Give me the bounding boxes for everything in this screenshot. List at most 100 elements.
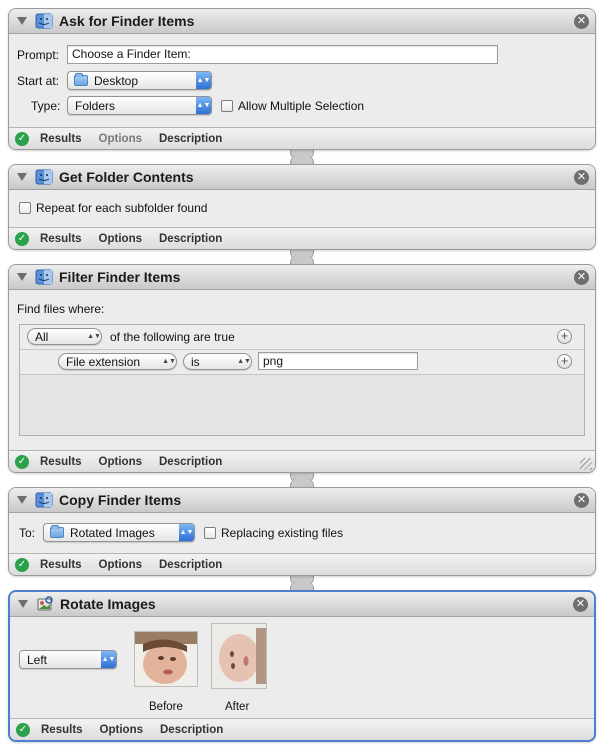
tab-options[interactable]: Options bbox=[99, 456, 142, 468]
allow-multiple-checkbox[interactable] bbox=[221, 100, 233, 112]
popup-arrows-icon: ▲▼ bbox=[101, 651, 116, 668]
type-value: Folders bbox=[75, 98, 116, 113]
check-icon: ✓ bbox=[15, 231, 29, 246]
replacing-files-label: Replacing existing files bbox=[221, 526, 344, 540]
finder-app-icon bbox=[35, 492, 53, 508]
criterion-operator-value: is bbox=[191, 354, 200, 369]
disclosure-triangle-icon[interactable] bbox=[17, 496, 27, 504]
repeat-subfolder-checkbox[interactable] bbox=[19, 202, 31, 214]
start-at-value: Desktop bbox=[94, 73, 139, 88]
close-icon[interactable]: ✕ bbox=[574, 493, 589, 508]
close-icon[interactable]: ✕ bbox=[574, 14, 589, 29]
criterion-value-field[interactable]: png bbox=[258, 352, 418, 370]
type-popup[interactable]: Folders ▲▼ bbox=[67, 96, 212, 115]
prompt-value: Choose a Finder Item: bbox=[72, 47, 191, 61]
action-body: Left ▲▼ Before After bbox=[10, 617, 594, 718]
match-popup[interactable]: All ▲▼ bbox=[27, 328, 102, 345]
action-footer: ✓ Results Options Description bbox=[9, 127, 595, 149]
popup-arrows-icon: ▲▼ bbox=[237, 358, 251, 365]
action-ask-for-finder-items: Ask for Finder Items ✕ Prompt: Choose a … bbox=[8, 8, 596, 150]
action-footer: ✓ Results Options Description bbox=[9, 553, 595, 575]
tab-description[interactable]: Description bbox=[159, 559, 222, 571]
action-title: Rotate Images bbox=[60, 596, 156, 612]
before-caption: Before bbox=[149, 701, 183, 713]
add-criterion-icon[interactable]: + bbox=[557, 329, 572, 344]
tab-options[interactable]: Options bbox=[99, 133, 142, 145]
start-at-label: Start at: bbox=[17, 74, 60, 88]
preview-app-icon bbox=[36, 596, 54, 612]
action-filter-finder-items: Filter Finder Items ✕ Find files where: … bbox=[8, 264, 596, 473]
add-criterion-icon[interactable]: + bbox=[557, 354, 572, 369]
criterion-value: png bbox=[263, 354, 284, 368]
action-title: Get Folder Contents bbox=[59, 169, 194, 185]
action-body: Prompt: Choose a Finder Item: Start at: … bbox=[9, 34, 595, 127]
disclosure-triangle-icon[interactable] bbox=[17, 173, 27, 181]
popup-arrows-icon: ▲▼ bbox=[162, 358, 176, 365]
check-icon: ✓ bbox=[15, 131, 29, 146]
popup-arrows-icon: ▲▼ bbox=[196, 72, 211, 89]
disclosure-triangle-icon[interactable] bbox=[18, 600, 28, 608]
tab-options[interactable]: Options bbox=[99, 233, 142, 245]
criteria-row: File extension ▲▼ is ▲▼ png + bbox=[20, 350, 584, 375]
action-header: Ask for Finder Items ✕ bbox=[9, 9, 595, 34]
tab-options[interactable]: Options bbox=[100, 724, 143, 736]
rotate-direction-value: Left bbox=[27, 652, 48, 667]
criterion-field-value: File extension bbox=[66, 354, 141, 369]
close-icon[interactable]: ✕ bbox=[573, 597, 588, 612]
after-caption: After bbox=[225, 701, 250, 713]
action-header: Get Folder Contents ✕ bbox=[9, 165, 595, 190]
prompt-field[interactable]: Choose a Finder Item: bbox=[67, 45, 498, 64]
find-files-label: Find files where: bbox=[17, 302, 105, 316]
tab-results[interactable]: Results bbox=[40, 133, 82, 145]
tab-description[interactable]: Description bbox=[159, 456, 222, 468]
criteria-list: All ▲▼ of the following are true + File … bbox=[19, 324, 585, 436]
action-get-folder-contents: Get Folder Contents ✕ Repeat for each su… bbox=[8, 164, 596, 250]
to-label: To: bbox=[19, 526, 36, 540]
popup-arrows-icon: ▲▼ bbox=[87, 333, 101, 340]
prompt-label: Prompt: bbox=[17, 48, 60, 62]
tab-description[interactable]: Description bbox=[160, 724, 223, 736]
destination-popup[interactable]: Rotated Images ▲▼ bbox=[43, 523, 195, 542]
tab-results[interactable]: Results bbox=[40, 456, 82, 468]
tab-description[interactable]: Description bbox=[159, 133, 222, 145]
tab-results[interactable]: Results bbox=[40, 233, 82, 245]
finder-app-icon bbox=[35, 269, 53, 285]
check-icon: ✓ bbox=[16, 722, 30, 737]
criteria-header-row: All ▲▼ of the following are true + bbox=[20, 325, 584, 350]
folder-icon bbox=[50, 525, 64, 538]
start-at-popup[interactable]: Desktop ▲▼ bbox=[67, 71, 212, 90]
disclosure-triangle-icon[interactable] bbox=[17, 273, 27, 281]
action-footer: ✓ Results Options Description bbox=[10, 718, 594, 740]
action-rotate-images: Rotate Images ✕ Left ▲▼ Before After ✓ R… bbox=[8, 590, 596, 742]
popup-arrows-icon: ▲▼ bbox=[179, 524, 194, 541]
action-header: Rotate Images ✕ bbox=[10, 592, 594, 617]
close-icon[interactable]: ✕ bbox=[574, 170, 589, 185]
resize-grip-icon[interactable] bbox=[580, 458, 592, 470]
action-header: Copy Finder Items ✕ bbox=[9, 488, 595, 513]
action-footer: ✓ Results Options Description bbox=[9, 227, 595, 249]
action-title: Ask for Finder Items bbox=[59, 13, 195, 29]
action-title: Copy Finder Items bbox=[59, 492, 182, 508]
criterion-field-popup[interactable]: File extension ▲▼ bbox=[58, 353, 177, 370]
tab-results[interactable]: Results bbox=[41, 724, 83, 736]
tab-options[interactable]: Options bbox=[99, 559, 142, 571]
destination-value: Rotated Images bbox=[70, 525, 155, 540]
tab-description[interactable]: Description bbox=[159, 233, 222, 245]
before-thumbnail bbox=[134, 631, 198, 687]
repeat-subfolder-label: Repeat for each subfolder found bbox=[36, 201, 208, 215]
action-header: Filter Finder Items ✕ bbox=[9, 265, 595, 290]
disclosure-triangle-icon[interactable] bbox=[17, 17, 27, 25]
action-title: Filter Finder Items bbox=[59, 269, 181, 285]
close-icon[interactable]: ✕ bbox=[574, 270, 589, 285]
after-thumbnail bbox=[211, 623, 267, 689]
action-body: To: Rotated Images ▲▼ Replacing existing… bbox=[9, 513, 595, 553]
replacing-files-checkbox[interactable] bbox=[204, 527, 216, 539]
folder-icon bbox=[74, 73, 88, 86]
rotate-direction-popup[interactable]: Left ▲▼ bbox=[19, 650, 117, 669]
action-body: Repeat for each subfolder found bbox=[9, 190, 595, 227]
criterion-operator-popup[interactable]: is ▲▼ bbox=[183, 353, 252, 370]
action-footer: ✓ Results Options Description bbox=[9, 450, 595, 472]
popup-arrows-icon: ▲▼ bbox=[196, 97, 211, 114]
match-suffix-label: of the following are true bbox=[110, 330, 235, 344]
tab-results[interactable]: Results bbox=[40, 559, 82, 571]
